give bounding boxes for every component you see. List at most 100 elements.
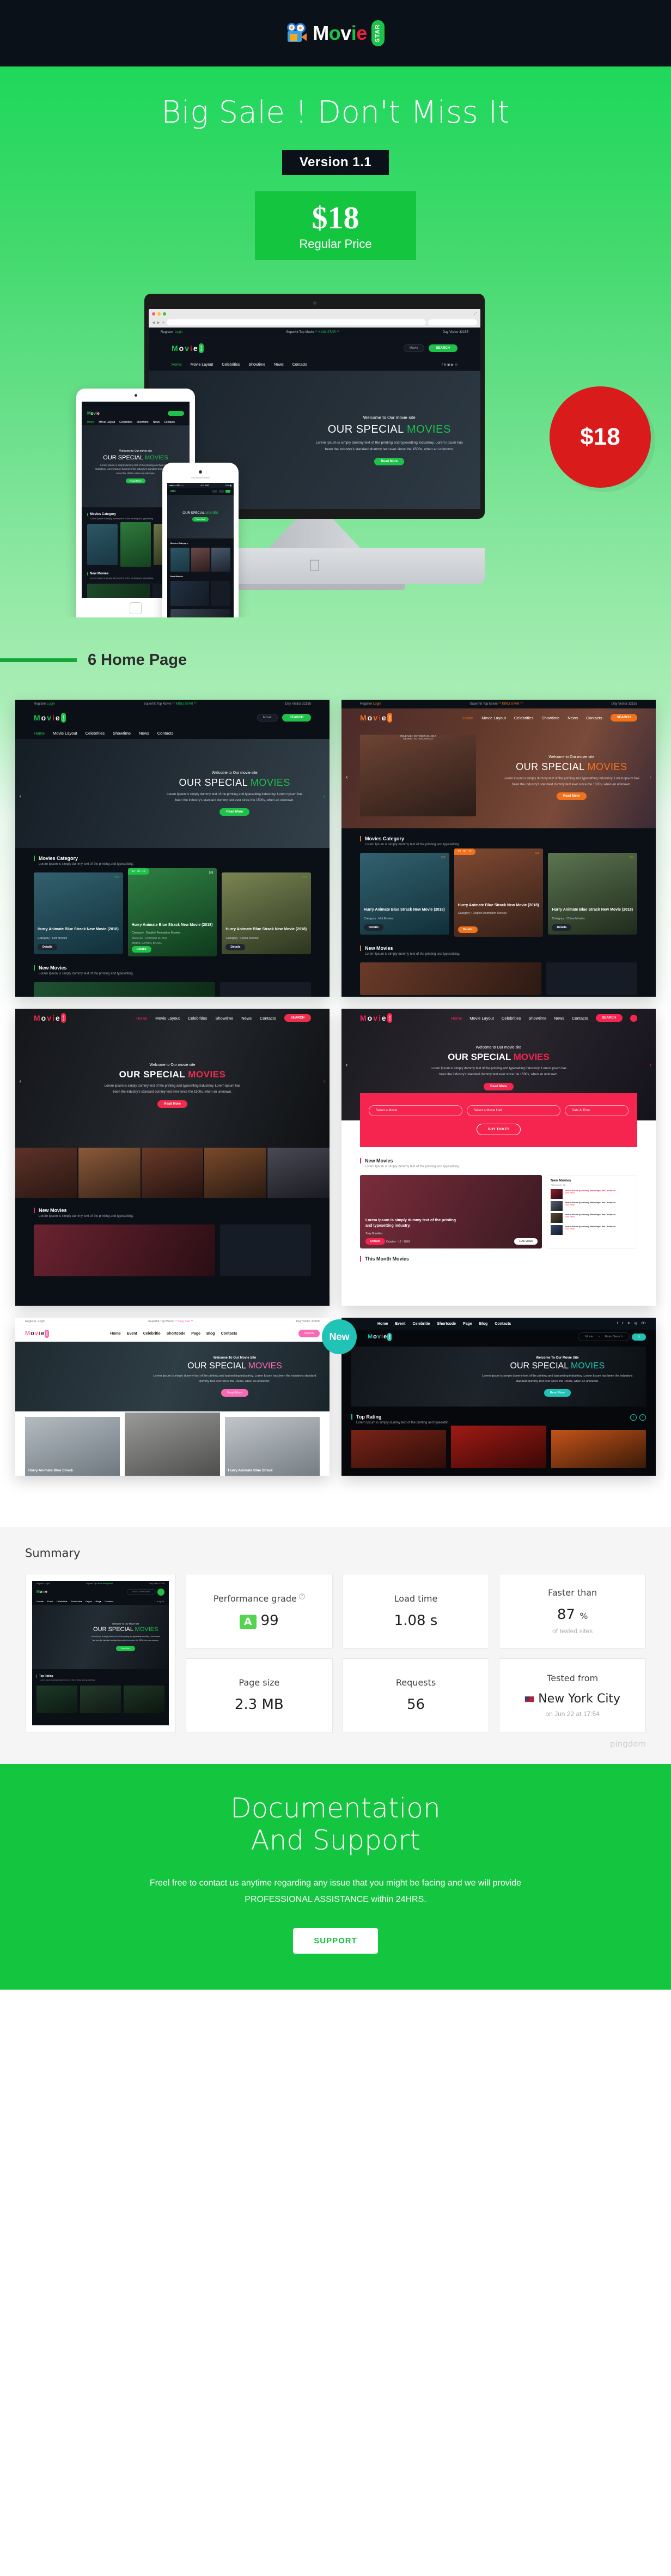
- shot2-card-1[interactable]: 5/9 Hurry Animate Blue Strack New Movie …: [360, 853, 449, 935]
- shot6-card-1[interactable]: 2/20: [351, 1430, 447, 1468]
- shot1-next-arrow[interactable]: ›: [324, 793, 325, 799]
- shot6-read-more[interactable]: Read More: [544, 1389, 571, 1397]
- preview-search-button[interactable]: SEARCH: [428, 344, 457, 352]
- shot2-read-more[interactable]: Read More: [556, 792, 587, 801]
- shot4-nav-contacts[interactable]: Contacts: [572, 1016, 588, 1021]
- shot1-card-3[interactable]: 5/9 Hurry Animate Blue Strack New Movie …: [222, 872, 312, 954]
- shot5-nav-page[interactable]: Page: [191, 1332, 200, 1336]
- shot5-search-button[interactable]: Search: [298, 1330, 320, 1337]
- shot1-nav-layout[interactable]: Movie Layout: [53, 731, 77, 736]
- shot3-next-arrow[interactable]: ›: [324, 1078, 325, 1084]
- preview-login-link[interactable]: Login: [175, 331, 183, 334]
- shot1-read-more[interactable]: Read More: [219, 808, 250, 816]
- shot5-read-more[interactable]: Read More: [221, 1389, 248, 1397]
- screenshot-home-pink-light[interactable]: Register Login Superhit Top Movie ** Kin…: [15, 1318, 330, 1476]
- shot3-prev-arrow[interactable]: ‹: [20, 1078, 21, 1084]
- shot6-social-icons[interactable]: f t in ig G+: [617, 1322, 646, 1325]
- shot4-nav-news[interactable]: News: [554, 1016, 564, 1021]
- screenshot-home-orange[interactable]: Register Login Superhit Top Movie ** KING…: [341, 700, 656, 997]
- shot4-nav-showtime[interactable]: Showtime: [528, 1016, 546, 1021]
- instagram-icon[interactable]: ig: [635, 1322, 637, 1325]
- shot1-card3-details[interactable]: Details: [225, 944, 246, 950]
- preview-nav-showtime[interactable]: Showtime: [248, 363, 265, 367]
- shot3-strip-4[interactable]: 5/9: [204, 1148, 267, 1198]
- shot5-card-2[interactable]: 2/20: [125, 1413, 220, 1476]
- preview-logo[interactable]: Movie STAR: [172, 343, 204, 353]
- shot3-strip-2[interactable]: 5/9: [78, 1148, 141, 1198]
- shot6-nav-celebritie[interactable]: Celebritie: [413, 1322, 430, 1326]
- shot2-hero-card[interactable]: 02 : 00 : 12 5/9 Hurry Animate Blue Stra…: [360, 735, 477, 816]
- shot4-nav-celebrities[interactable]: Celebrities: [502, 1016, 521, 1021]
- shot4-buy-ticket-button[interactable]: BUY TICKET: [477, 1124, 521, 1135]
- shot1-card2-details[interactable]: Details: [131, 946, 151, 953]
- preview-nav-celebrities[interactable]: Celebrities: [222, 363, 240, 367]
- shot2-card-2[interactable]: 02 : 00 : 12 5/9 Hurry Animate Blue Stra…: [454, 848, 544, 937]
- shot1-nav-news[interactable]: News: [139, 731, 149, 736]
- shot5-nav-home[interactable]: Home: [110, 1332, 120, 1336]
- preview-register-link[interactable]: Register: [161, 331, 173, 334]
- shot4-nav-home[interactable]: Home: [451, 1016, 462, 1021]
- shot6-nav-home[interactable]: Home: [377, 1322, 388, 1326]
- shot3-nav-celebrities[interactable]: Celebrities: [188, 1016, 207, 1021]
- shot1-card-2[interactable]: 02 : 00 : 12 5/9 Hurry Animate Blue Stra…: [127, 868, 217, 956]
- shot2-card-3[interactable]: 5/9 Hurry Animate Blue Strack New Movie …: [548, 853, 638, 935]
- summary-site-thumbnail[interactable]: Register Login Superhit Top Movie *King S…: [25, 1574, 176, 1732]
- shot1-card-1[interactable]: 5/9 Hurry Animate Blue Strack New Movie …: [34, 872, 123, 954]
- shot6-search-icon[interactable]: ⚲: [632, 1333, 646, 1341]
- ipad-home-button[interactable]: [130, 602, 142, 614]
- shot2-featured[interactable]: [360, 962, 542, 995]
- browser-back-icon[interactable]: ◀: [152, 320, 155, 325]
- shot2-nav-celebrities[interactable]: Celebrities: [514, 716, 533, 720]
- shot3-nav-news[interactable]: News: [241, 1016, 252, 1021]
- screenshot-home-ticket-booking[interactable]: Mo v i e STAR Home Movie Layout Celebrities …: [341, 1009, 656, 1306]
- shot5-login[interactable]: Login: [38, 1320, 45, 1323]
- shot1-nav-contacts[interactable]: Contacts: [157, 731, 174, 736]
- shot4-read-more[interactable]: Read More: [484, 1082, 514, 1090]
- shot3-playlist[interactable]: [220, 1225, 311, 1276]
- shot2-next-arrow[interactable]: ›: [650, 774, 651, 780]
- shot4-search[interactable]: SEARCH: [595, 1014, 623, 1022]
- preview-nav-home[interactable]: Home: [172, 363, 182, 367]
- preview-nav-contacts[interactable]: Contacts: [292, 363, 308, 367]
- shot3-search[interactable]: SEARCH: [284, 1014, 311, 1022]
- browser-newtab-icon[interactable]: +: [162, 320, 165, 325]
- shot2-search[interactable]: SEARCH: [610, 714, 637, 722]
- shot4-featured-details[interactable]: Details: [365, 1238, 386, 1245]
- shot4-playlist-item[interactable]: Horror Movie perfrming Main Payal Hai Ch…: [551, 1201, 633, 1211]
- shot4-playlist-card[interactable]: New Movies Playing 3 / 32 Horror Movie p…: [547, 1175, 637, 1248]
- screenshot-home-teal-dark[interactable]: Home Event Celebritie Shortcode Page Blo…: [341, 1318, 656, 1476]
- shot1-nav-home[interactable]: Home: [34, 731, 45, 736]
- shot6-search-select[interactable]: Movie: [585, 1335, 593, 1338]
- browser-url-input[interactable]: [167, 319, 426, 325]
- shot1-select[interactable]: Movie: [257, 714, 278, 722]
- googleplus-icon[interactable]: G+: [642, 1322, 646, 1325]
- shot6-nav-contacts[interactable]: Contacts: [495, 1322, 511, 1326]
- shot2-nav-contacts[interactable]: Contacts: [586, 716, 602, 720]
- shot3-strip-5[interactable]: 5/9: [267, 1148, 330, 1198]
- shot1-featured[interactable]: [34, 982, 216, 997]
- preview-social-icons[interactable]: f ⊗ ▣ ▶ ◎: [442, 363, 457, 367]
- shot2-nav-home[interactable]: Home: [462, 716, 473, 720]
- shot3-nav-showtime[interactable]: Showtime: [215, 1016, 233, 1021]
- shot1-search[interactable]: SEARCH: [282, 714, 311, 722]
- shot4-playlist-item[interactable]: Horror Movie perfrming Main Payal Hai Ch…: [551, 1189, 633, 1199]
- brand-logo[interactable]: Movie STAR: [286, 20, 385, 46]
- shot5-register[interactable]: Register: [25, 1320, 36, 1323]
- browser-maximize-icon[interactable]: [163, 312, 166, 316]
- preview-nav-movie-layout[interactable]: Movie Layout: [191, 363, 213, 367]
- facebook-icon[interactable]: f: [617, 1322, 618, 1325]
- shot1-nav-showtime[interactable]: Showtime: [113, 731, 131, 736]
- shot4-next-arrow[interactable]: ›: [650, 1062, 651, 1068]
- browser-minimize-icon[interactable]: [157, 312, 161, 316]
- shot3-nav-layout[interactable]: Movie Layout: [155, 1016, 180, 1021]
- shot2-nav-layout[interactable]: Movie Layout: [481, 716, 506, 720]
- shot6-search-placeholder[interactable]: Enter Search: [605, 1335, 623, 1338]
- shot2-card2-details[interactable]: Details: [457, 926, 478, 933]
- shot3-nav-home[interactable]: Home: [136, 1016, 147, 1021]
- browser-search-input[interactable]: [428, 319, 477, 325]
- browser-close-icon[interactable]: [152, 312, 155, 316]
- shot4-nav-layout[interactable]: Movie Layout: [469, 1016, 494, 1021]
- shot1-playlist[interactable]: [220, 982, 311, 997]
- linkedin-icon[interactable]: in: [627, 1322, 630, 1325]
- shot3-read-more[interactable]: Read More: [157, 1100, 187, 1108]
